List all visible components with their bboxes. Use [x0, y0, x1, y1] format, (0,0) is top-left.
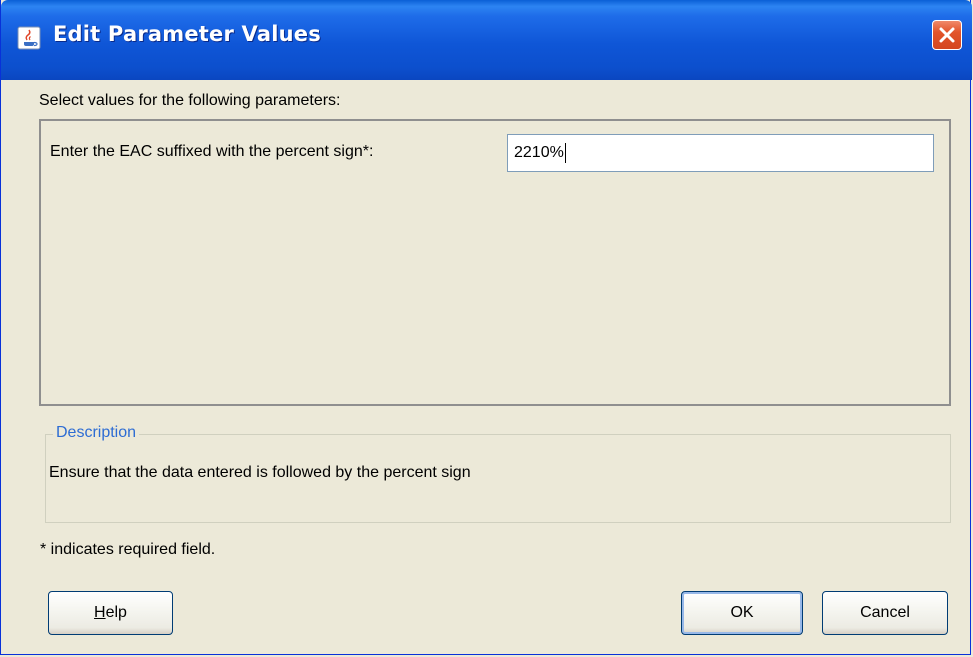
window-title: Edit Parameter Values	[53, 22, 321, 46]
eac-percent-input[interactable]: 2210%	[507, 134, 934, 172]
close-icon	[939, 27, 955, 43]
java-app-icon	[17, 26, 41, 50]
required-field-note: * indicates required field.	[40, 541, 216, 558]
description-group: Description Ensure that the data entered…	[45, 424, 951, 523]
title-bar[interactable]: Edit Parameter Values	[1, 0, 972, 80]
text-caret	[564, 142, 566, 163]
eac-percent-value: 2210%	[514, 144, 564, 161]
help-mnemonic: H	[94, 604, 106, 621]
parameter-label: Enter the EAC suffixed with the percent …	[50, 143, 374, 160]
dialog-content: Select values for the following paramete…	[9, 80, 964, 647]
description-legend: Description	[53, 424, 140, 442]
parameters-panel: Enter the EAC suffixed with the percent …	[39, 119, 951, 406]
help-label-rest: elp	[105, 604, 127, 621]
description-text: Ensure that the data entered is followed…	[49, 464, 471, 481]
cancel-button[interactable]: Cancel	[822, 591, 948, 635]
edit-parameter-values-dialog: Edit Parameter Values Select values for …	[0, 0, 972, 655]
ok-button[interactable]: OK	[681, 591, 803, 635]
instruction-text: Select values for the following paramete…	[39, 92, 341, 109]
help-button[interactable]: Help	[48, 591, 173, 635]
close-button[interactable]	[932, 20, 962, 50]
